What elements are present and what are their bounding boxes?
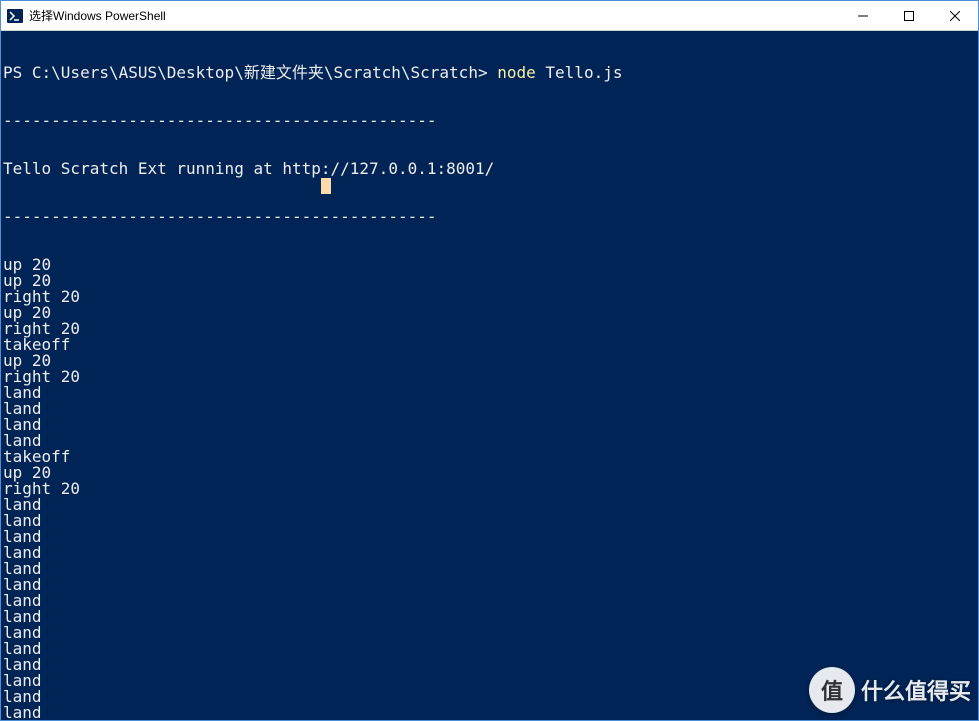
output-container: up 20up 20right 20up 20right 20takeoffup…	[3, 257, 978, 720]
output-line: land	[3, 561, 978, 577]
output-line: right 20	[3, 369, 978, 385]
output-line: land	[3, 609, 978, 625]
status-line: Tello Scratch Ext running at http://127.…	[3, 161, 978, 177]
watermark-logo-icon: 值	[809, 667, 855, 713]
output-line: land	[3, 641, 978, 657]
output-line: land	[3, 433, 978, 449]
terminal-cursor	[321, 178, 331, 194]
powershell-icon	[7, 8, 23, 24]
output-line: land	[3, 385, 978, 401]
separator-line: ----------------------------------------…	[3, 209, 978, 225]
output-line: land	[3, 529, 978, 545]
minimize-button[interactable]	[840, 1, 886, 30]
window-title: 选择Windows PowerShell	[29, 7, 840, 24]
output-line: land	[3, 593, 978, 609]
titlebar[interactable]: 选择Windows PowerShell	[1, 1, 978, 31]
prompt-line: PS C:\Users\ASUS\Desktop\新建文件夹\Scratch\S…	[3, 65, 978, 81]
command-arg: Tello.js	[545, 63, 622, 82]
output-line: land	[3, 577, 978, 593]
output-line: up 20	[3, 273, 978, 289]
window-controls	[840, 1, 978, 30]
output-line: up 20	[3, 465, 978, 481]
command-node: node	[497, 63, 536, 82]
output-line: land	[3, 401, 978, 417]
powershell-window: 选择Windows PowerShell PS C:\Users\ASUS\De…	[0, 0, 979, 721]
output-line: land	[3, 497, 978, 513]
maximize-button[interactable]	[886, 1, 932, 30]
output-line: up 20	[3, 257, 978, 273]
output-line: takeoff	[3, 449, 978, 465]
watermark: 值 什么值得买	[809, 667, 971, 713]
terminal-content[interactable]: PS C:\Users\ASUS\Desktop\新建文件夹\Scratch\S…	[1, 31, 978, 720]
output-line: land	[3, 545, 978, 561]
output-line: land	[3, 417, 978, 433]
output-line: takeoff	[3, 337, 978, 353]
output-line: up 20	[3, 305, 978, 321]
output-line: land	[3, 513, 978, 529]
output-line: up 20	[3, 353, 978, 369]
close-button[interactable]	[932, 1, 978, 30]
output-line: right 20	[3, 289, 978, 305]
watermark-text: 什么值得买	[861, 674, 971, 706]
output-line: right 20	[3, 321, 978, 337]
prompt-prefix: PS C:\Users\ASUS\Desktop\新建文件夹\Scratch\S…	[3, 63, 488, 82]
output-line: land	[3, 625, 978, 641]
separator-line: ----------------------------------------…	[3, 113, 978, 129]
output-line: right 20	[3, 481, 978, 497]
